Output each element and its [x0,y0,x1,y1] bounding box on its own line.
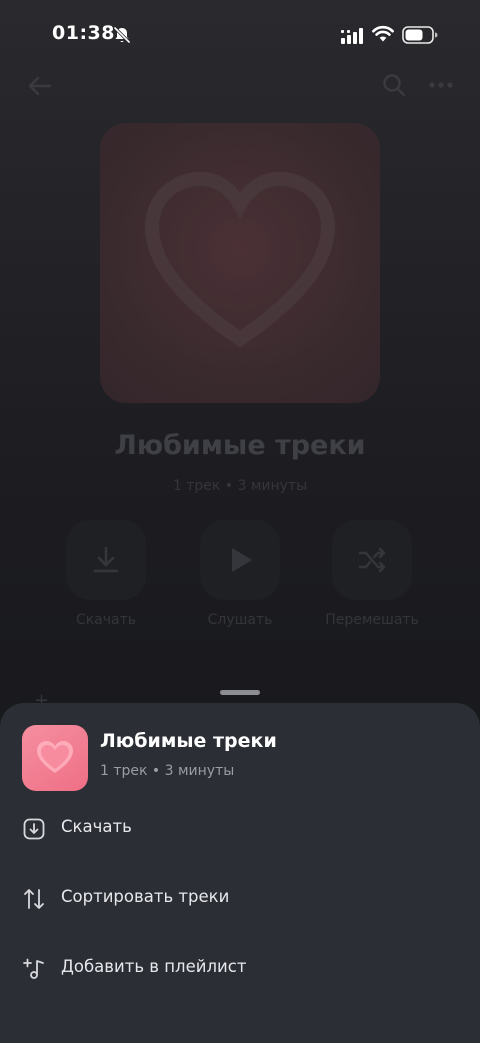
status-bar: 01:38 [0,0,480,70]
sort-icon [24,889,44,909]
add-to-playlist-icon [23,958,44,979]
playlist-cover [100,123,380,403]
download-icon [23,818,45,840]
menu-item-add-to-playlist[interactable]: Добавить в плейлист [0,941,480,997]
shuffle-icon [358,547,386,573]
sheet-playlist-cover [22,725,88,791]
search-icon[interactable] [381,72,407,98]
play-label: Слушать [207,612,273,628]
battery-icon [402,26,438,44]
play-icon [232,548,252,572]
signal-icon [341,28,363,44]
menu-item-label: Сортировать треки [61,887,230,906]
download-label: Скачать [75,612,137,628]
status-time: 01:38 [52,22,115,44]
menu-item-download[interactable]: Скачать [0,801,480,857]
sheet-drag-handle[interactable] [220,690,260,695]
menu-item-label: Скачать [61,817,132,836]
wifi-icon [372,25,394,42]
menu-item-sort-tracks[interactable]: Сортировать треки [0,871,480,927]
sheet-subtitle: 1 трек • 3 минуты [100,763,235,779]
shuffle-label: Перемешать [325,612,419,628]
play-button[interactable] [200,520,280,600]
heart-icon [37,741,73,773]
playlist-title: Любимые треки [114,430,366,461]
more-icon[interactable] [428,72,454,98]
download-icon [93,546,119,573]
bottom-sheet: Любимые треки 1 трек • 3 минуты Скачать … [0,703,480,1043]
shuffle-button[interactable] [332,520,412,600]
playlist-meta: 1 трек • 3 минуты [172,478,308,494]
download-button[interactable] [66,520,146,600]
menu-item-label: Добавить в плейлист [61,957,247,976]
screen: Любимые треки 1 трек • 3 минуты Скачать … [0,0,480,1043]
bell-slash-icon [113,26,131,44]
sheet-title: Любимые треки [100,730,277,752]
back-arrow-icon[interactable] [26,72,54,100]
heart-icon [144,171,336,348]
